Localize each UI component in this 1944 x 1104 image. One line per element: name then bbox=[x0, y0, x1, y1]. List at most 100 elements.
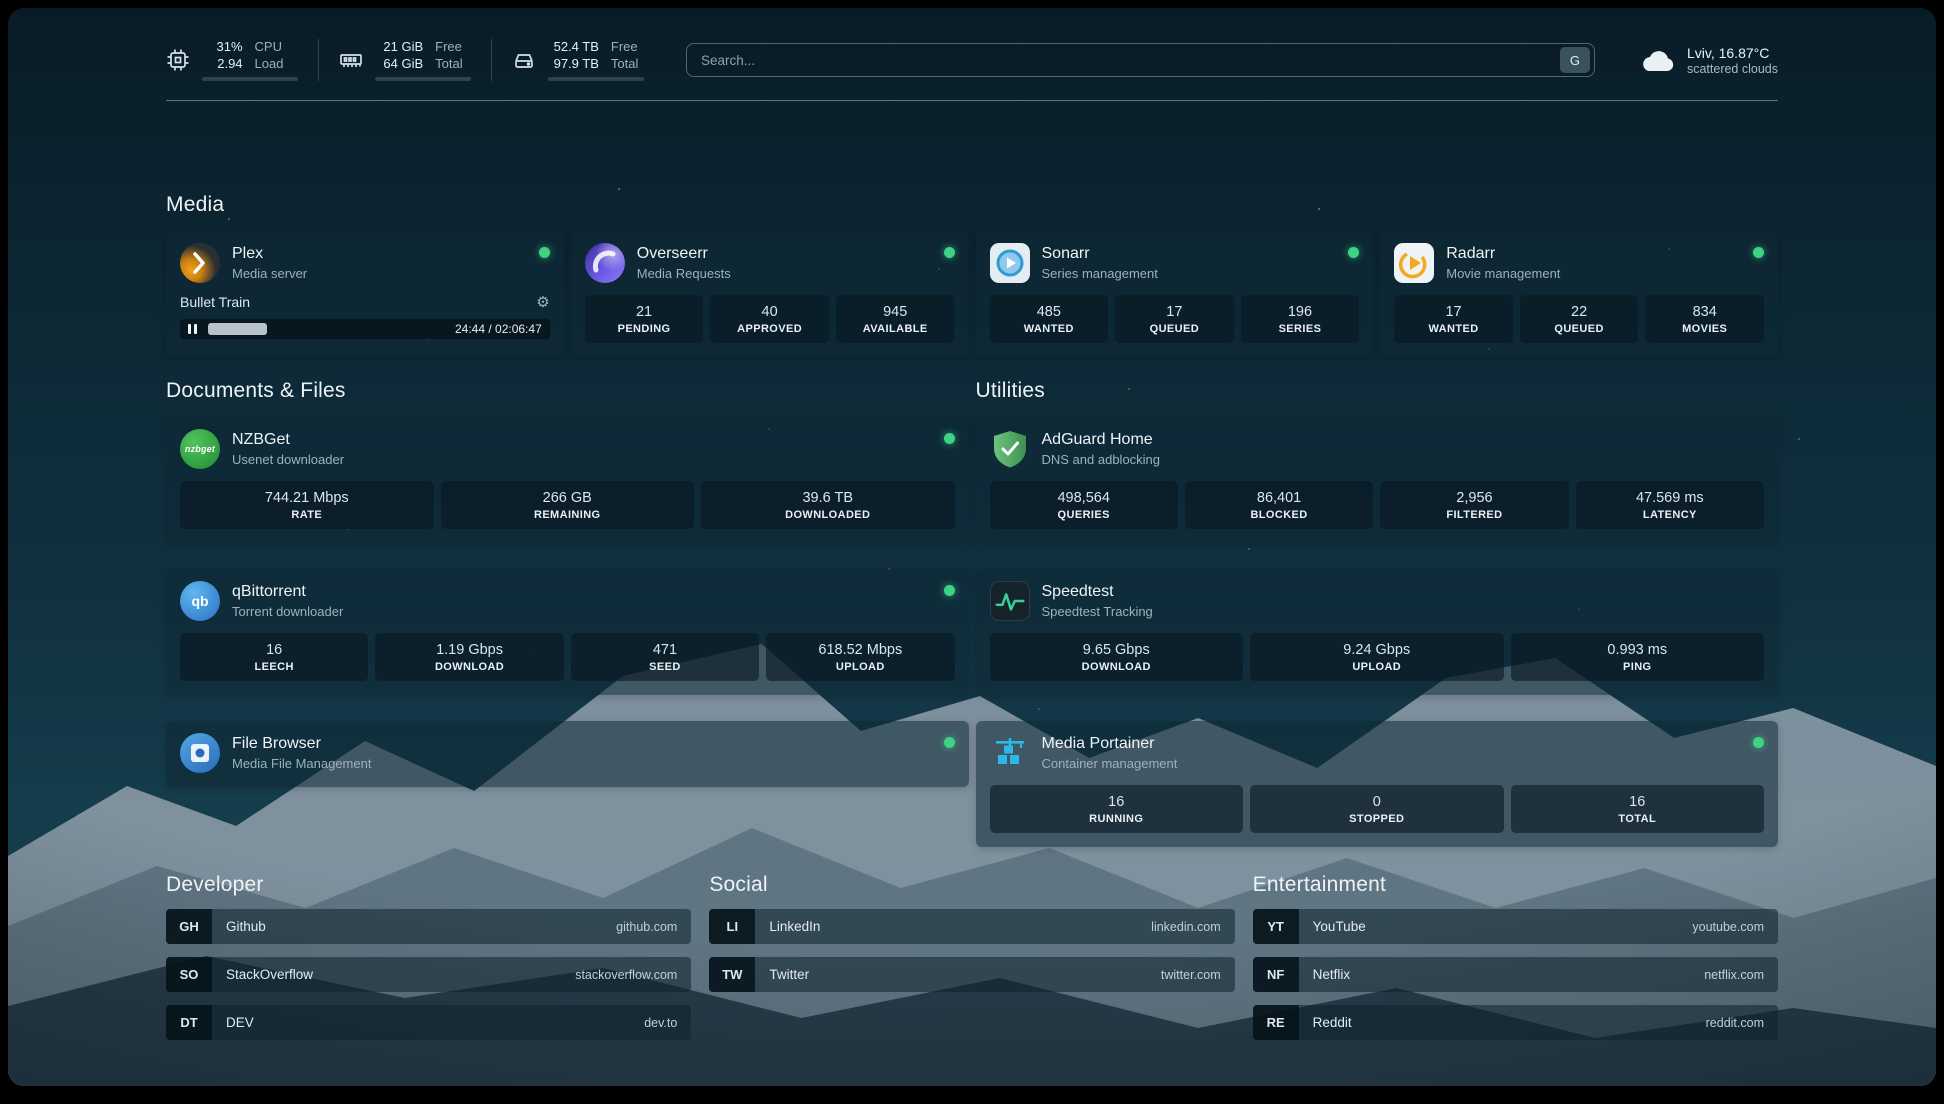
service-card-plex[interactable]: Plex Media server Bullet Train ⚙ 24:44 /… bbox=[166, 231, 564, 357]
status-dot bbox=[944, 737, 955, 748]
search-input[interactable] bbox=[701, 53, 1560, 68]
disk-free-value: 52.4 TB bbox=[548, 39, 599, 55]
stat-filtered: 2,956 FILTERED bbox=[1380, 481, 1568, 529]
status-dot bbox=[1753, 737, 1764, 748]
now-playing-title: Bullet Train bbox=[180, 294, 250, 310]
service-name: Media Portainer bbox=[1042, 734, 1178, 754]
bookmark-github[interactable]: GH Github github.com bbox=[166, 909, 691, 944]
service-card-overseerr[interactable]: Overseerr Media Requests 21 PENDING 40 A… bbox=[571, 231, 969, 357]
bookmark-url: stackoverflow.com bbox=[575, 968, 677, 982]
stat-approved: 40 APPROVED bbox=[710, 295, 829, 343]
bookmark-url: dev.to bbox=[644, 1016, 677, 1030]
service-card-speedtest[interactable]: Speedtest Speedtest Tracking 9.65 Gbps D… bbox=[976, 569, 1779, 695]
stat-blocked: 86,401 BLOCKED bbox=[1185, 481, 1373, 529]
radarr-icon bbox=[1394, 243, 1434, 283]
cpu-widget: 31% CPU 2.94 Load bbox=[166, 39, 319, 81]
memory-progress-bar bbox=[375, 77, 471, 81]
bookmark-stackoverflow[interactable]: SO StackOverflow stackoverflow.com bbox=[166, 957, 691, 992]
service-card-qbittorrent[interactable]: qb qBittorrent Torrent downloader 16 LEE… bbox=[166, 569, 969, 695]
stat-latency: 47.569 ms LATENCY bbox=[1576, 481, 1764, 529]
stat-upload: 618.52 Mbps UPLOAD bbox=[766, 633, 954, 681]
bookmark-abbr: YT bbox=[1253, 909, 1299, 944]
stat-ping: 0.993 ms PING bbox=[1511, 633, 1765, 681]
bookmark-name: Github bbox=[226, 919, 266, 934]
playback-time: 24:44 / 02:06:47 bbox=[455, 322, 542, 336]
adguard-icon bbox=[990, 429, 1030, 469]
utilities-column: Utilities AdGuard Home bbox=[976, 379, 1779, 873]
service-name: Radarr bbox=[1446, 244, 1560, 264]
service-name: Overseerr bbox=[637, 244, 731, 264]
memory-free-label: Free bbox=[435, 39, 471, 55]
bookmark-abbr: GH bbox=[166, 909, 212, 944]
header-divider bbox=[166, 100, 1778, 101]
now-playing: Bullet Train ⚙ 24:44 / 02:06:47 bbox=[180, 293, 550, 339]
service-name: AdGuard Home bbox=[1042, 430, 1161, 450]
service-card-adguard[interactable]: AdGuard Home DNS and adblocking 498,564 … bbox=[976, 417, 1779, 543]
memory-icon bbox=[339, 48, 363, 72]
bookmark-group-developer: Developer GH Github github.com SO StackO… bbox=[166, 873, 691, 1053]
bookmark-abbr: NF bbox=[1253, 957, 1299, 992]
pause-icon[interactable] bbox=[188, 324, 197, 334]
memory-free-value: 21 GiB bbox=[375, 39, 423, 55]
service-card-radarr[interactable]: Radarr Movie management 17 WANTED 22 QUE… bbox=[1380, 231, 1778, 357]
status-dot bbox=[1348, 247, 1359, 258]
weather-condition: scattered clouds bbox=[1687, 62, 1778, 76]
stat-series: 196 SERIES bbox=[1241, 295, 1360, 343]
bookmark-netflix[interactable]: NF Netflix netflix.com bbox=[1253, 957, 1778, 992]
stat-upload: 9.24 Gbps UPLOAD bbox=[1250, 633, 1504, 681]
service-subtitle: Torrent downloader bbox=[232, 604, 343, 620]
service-card-sonarr[interactable]: Sonarr Series management 485 WANTED 17 Q… bbox=[976, 231, 1374, 357]
stat-download: 1.19 Gbps DOWNLOAD bbox=[375, 633, 563, 681]
weather-widget[interactable]: Lviv, 16.87°C scattered clouds bbox=[1639, 44, 1778, 76]
sonarr-icon bbox=[990, 243, 1030, 283]
section-title-documents: Documents & Files bbox=[166, 379, 969, 403]
search-bar[interactable]: G bbox=[686, 43, 1595, 77]
stat-available: 945 AVAILABLE bbox=[836, 295, 955, 343]
cpu-progress-bar bbox=[202, 77, 298, 81]
bookmark-reddit[interactable]: RE Reddit reddit.com bbox=[1253, 1005, 1778, 1040]
service-name: NZBGet bbox=[232, 430, 344, 450]
service-subtitle: Media Requests bbox=[637, 266, 731, 282]
service-name: Sonarr bbox=[1042, 244, 1158, 264]
section-title-utilities: Utilities bbox=[976, 379, 1779, 403]
bookmark-name: StackOverflow bbox=[226, 967, 313, 982]
disk-total-label: Total bbox=[611, 56, 644, 72]
top-bar: 31% CPU 2.94 Load 21 GiB Fr bbox=[166, 34, 1778, 86]
memory-total-label: Total bbox=[435, 56, 471, 72]
stat-pending: 21 PENDING bbox=[585, 295, 704, 343]
service-card-portainer[interactable]: Media Portainer Container management 16 … bbox=[976, 721, 1779, 847]
bookmark-abbr: LI bbox=[709, 909, 755, 944]
bookmark-twitter[interactable]: TW Twitter twitter.com bbox=[709, 957, 1234, 992]
bookmark-dev[interactable]: DT DEV dev.to bbox=[166, 1005, 691, 1040]
qbittorrent-icon: qb bbox=[180, 581, 220, 621]
service-card-nzbget[interactable]: nzbget NZBGet Usenet downloader 744.21 M… bbox=[166, 417, 969, 543]
section-title-media: Media bbox=[166, 193, 1778, 217]
bookmark-name: LinkedIn bbox=[769, 919, 820, 934]
playback-progress-bar[interactable]: 24:44 / 02:06:47 bbox=[180, 319, 550, 339]
service-card-filebrowser[interactable]: File Browser Media File Management bbox=[166, 721, 969, 787]
overseerr-icon bbox=[585, 243, 625, 283]
service-subtitle: DNS and adblocking bbox=[1042, 452, 1161, 468]
bookmark-youtube[interactable]: YT YouTube youtube.com bbox=[1253, 909, 1778, 944]
stat-queued: 22 QUEUED bbox=[1520, 295, 1639, 343]
service-subtitle: Media File Management bbox=[232, 756, 371, 772]
stat-total: 16 TOTAL bbox=[1511, 785, 1765, 833]
memory-widget: 21 GiB Free 64 GiB Total bbox=[339, 39, 492, 81]
weather-location: Lviv, 16.87°C bbox=[1687, 44, 1778, 62]
service-subtitle: Speedtest Tracking bbox=[1042, 604, 1153, 620]
disk-widget: 52.4 TB Free 97.9 TB Total bbox=[512, 39, 644, 81]
service-name: Speedtest bbox=[1042, 582, 1153, 602]
bookmark-linkedin[interactable]: LI LinkedIn linkedin.com bbox=[709, 909, 1234, 944]
disk-free-label: Free bbox=[611, 39, 644, 55]
bookmarks-section: Developer GH Github github.com SO StackO… bbox=[166, 873, 1778, 1053]
cpu-icon bbox=[166, 48, 190, 72]
section-title-social: Social bbox=[709, 873, 1234, 897]
service-subtitle: Movie management bbox=[1446, 266, 1560, 282]
service-subtitle: Media server bbox=[232, 266, 307, 282]
search-provider-button[interactable]: G bbox=[1560, 47, 1590, 73]
stat-wanted: 485 WANTED bbox=[990, 295, 1109, 343]
bookmark-url: github.com bbox=[616, 920, 677, 934]
gear-icon[interactable]: ⚙ bbox=[536, 293, 549, 311]
service-subtitle: Series management bbox=[1042, 266, 1158, 282]
nzbget-icon: nzbget bbox=[180, 429, 220, 469]
